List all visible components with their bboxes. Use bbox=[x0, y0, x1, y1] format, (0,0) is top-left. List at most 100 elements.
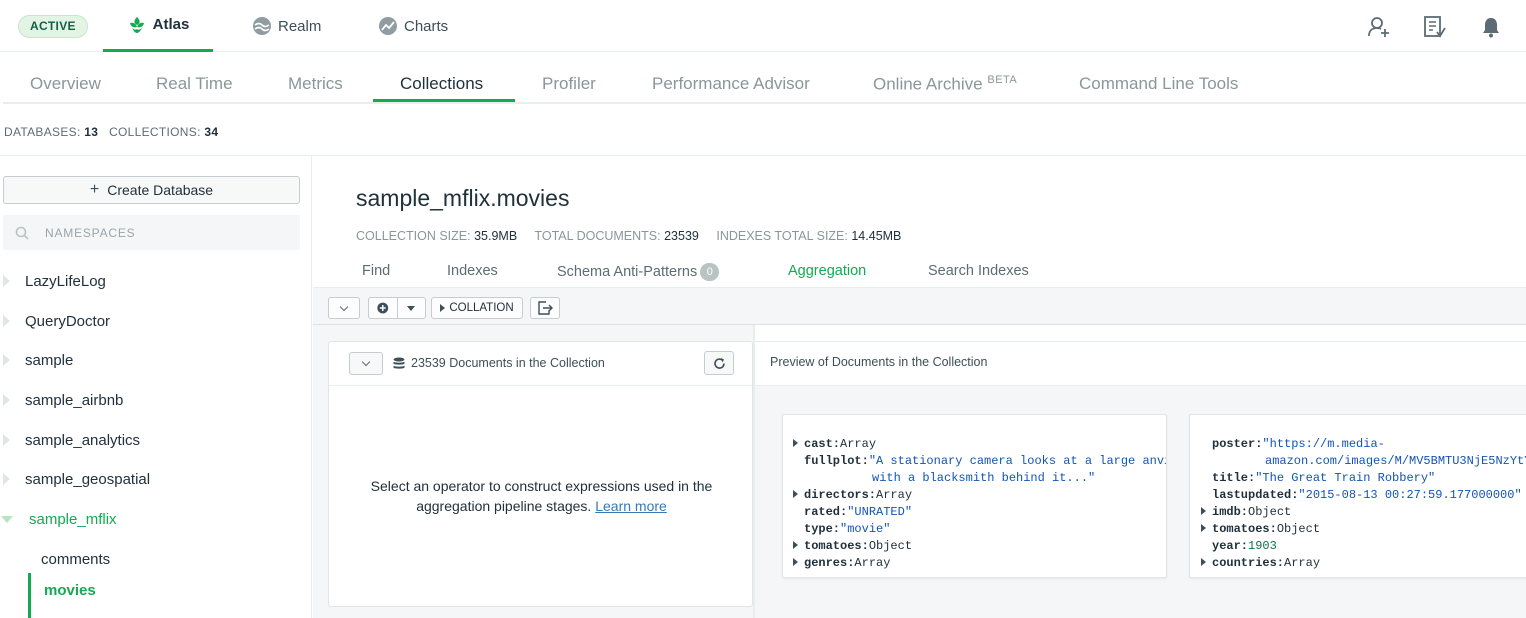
product-tab-label: Charts bbox=[404, 17, 449, 35]
document-field: lastupdated:"2015-08-13 00:27:59.1770000… bbox=[1201, 487, 1522, 504]
tab-schema-anti-patterns[interactable]: Schema Anti-Patterns 0 bbox=[557, 263, 720, 281]
expand-arrow-icon[interactable] bbox=[793, 541, 798, 549]
field-key: tomatoes: bbox=[804, 539, 869, 553]
collection-item-movies[interactable]: movies bbox=[44, 582, 96, 599]
tab-indexes[interactable]: Indexes bbox=[447, 263, 498, 279]
caret-right-icon bbox=[3, 275, 10, 287]
cluster-sub-navigation: Overview Real Time Metrics Collections P… bbox=[3, 62, 1526, 104]
expand-arrow-icon[interactable] bbox=[793, 490, 798, 498]
document-field: amazon.com/images/M/MV5BMTU3NjE5NzYtYTYy… bbox=[1265, 453, 1526, 470]
expand-arrow-icon[interactable] bbox=[793, 558, 798, 566]
field-value: "2015-08-13 00:27:59.177000000" bbox=[1298, 488, 1522, 502]
collapse-all-button[interactable] bbox=[328, 297, 360, 319]
tab-command-line-tools[interactable]: Command Line Tools bbox=[1079, 74, 1238, 94]
namespace-search-input[interactable] bbox=[45, 225, 275, 240]
expand-arrow-icon[interactable] bbox=[1201, 507, 1206, 515]
tab-performance-advisor[interactable]: Performance Advisor bbox=[652, 74, 810, 94]
atlas-leaf-icon bbox=[129, 16, 144, 33]
database-item-sample[interactable]: sample bbox=[0, 349, 73, 371]
stage-header: 23539 Documents in the Collection bbox=[329, 342, 752, 386]
database-item-querydoctor[interactable]: QueryDoctor bbox=[0, 310, 110, 332]
tab-metrics[interactable]: Metrics bbox=[288, 74, 343, 94]
realm-icon bbox=[253, 17, 271, 35]
document-field[interactable]: directors:Array bbox=[793, 487, 912, 504]
field-value: Array bbox=[854, 556, 891, 570]
field-key: directors: bbox=[804, 488, 877, 502]
database-stats: DATABASES: 13 COLLECTIONS: 34 bbox=[4, 125, 218, 139]
total-documents-label: TOTAL DOCUMENTS: bbox=[534, 229, 661, 243]
database-item-sample-airbnb[interactable]: sample_airbnb bbox=[0, 389, 123, 411]
active-collection-indicator bbox=[28, 573, 31, 618]
database-item-sample-analytics[interactable]: sample_analytics bbox=[0, 429, 140, 451]
field-key: fullplot: bbox=[804, 454, 869, 468]
tab-label: Schema Anti-Patterns bbox=[557, 263, 698, 280]
tab-online-archive[interactable]: Online Archive BETA bbox=[873, 74, 1017, 95]
field-key: poster: bbox=[1212, 437, 1263, 451]
field-value: amazon.com/images/M/MV5BMTU3NjE5NzYtYTYy… bbox=[1265, 454, 1526, 468]
product-tab-label: Realm bbox=[278, 17, 322, 35]
document-field[interactable]: cast:Array bbox=[793, 436, 876, 453]
document-field: rated:"UNRATED" bbox=[793, 504, 912, 521]
field-key: year: bbox=[1212, 539, 1249, 553]
export-icon bbox=[538, 301, 553, 315]
tab-real-time[interactable]: Real Time bbox=[156, 74, 233, 94]
add-stage-dropdown[interactable] bbox=[398, 305, 426, 311]
document-field[interactable]: imdb:Object bbox=[1201, 504, 1291, 521]
tab-aggregation[interactable]: Aggregation bbox=[788, 263, 866, 279]
product-tab-charts[interactable]: Charts bbox=[378, 0, 448, 52]
database-item-sample-geospatial[interactable]: sample_geospatial bbox=[0, 468, 150, 490]
export-pipeline-button[interactable] bbox=[530, 297, 560, 319]
collation-toggle[interactable]: COLLATION bbox=[431, 297, 523, 319]
document-field: title:"The Great Train Robbery" bbox=[1201, 470, 1435, 487]
total-documents-value: 23539 bbox=[664, 229, 699, 243]
tab-find[interactable]: Find bbox=[362, 263, 390, 279]
collections-count: 34 bbox=[204, 125, 219, 139]
add-stage-button-group bbox=[368, 297, 426, 319]
caret-down-icon bbox=[1, 515, 13, 523]
field-value: with a blacksmith behind it..." bbox=[872, 471, 1096, 485]
document-field[interactable]: tomatoes:Object bbox=[793, 538, 912, 555]
tab-collections[interactable]: Collections bbox=[400, 74, 483, 94]
field-value: "A stationary camera looks at a large an… bbox=[868, 454, 1167, 468]
activity-feed-icon[interactable] bbox=[1423, 15, 1447, 39]
refresh-button[interactable] bbox=[704, 351, 734, 375]
product-tab-realm[interactable]: Realm bbox=[252, 0, 321, 52]
chevron-down-icon bbox=[339, 302, 349, 311]
bell-icon[interactable] bbox=[1479, 15, 1503, 39]
database-item-lazylifelog[interactable]: LazyLifeLog bbox=[0, 270, 106, 292]
collection-stats: COLLECTION SIZE: 35.9MB TOTAL DOCUMENTS:… bbox=[356, 229, 915, 243]
collection-item-comments[interactable]: comments bbox=[41, 551, 110, 568]
charts-icon bbox=[379, 17, 397, 35]
collation-label: COLLATION bbox=[449, 302, 514, 314]
expand-arrow-icon[interactable] bbox=[793, 439, 798, 447]
plus-circle-icon[interactable] bbox=[369, 297, 397, 319]
stage-collapse-button[interactable] bbox=[349, 352, 383, 375]
document-field[interactable]: countries:Array bbox=[1201, 555, 1320, 572]
caret-right-icon bbox=[3, 394, 10, 406]
database-name: sample_geospatial bbox=[25, 470, 151, 488]
document-field[interactable]: tomatoes:Object bbox=[1201, 521, 1320, 538]
field-value: 1903 bbox=[1248, 539, 1277, 553]
learn-more-link[interactable]: Learn more bbox=[595, 498, 667, 514]
cluster-status-badge: ACTIVE bbox=[18, 15, 88, 38]
tab-profiler[interactable]: Profiler bbox=[542, 74, 596, 94]
tab-search-indexes[interactable]: Search Indexes bbox=[928, 263, 1029, 279]
stage-help-message: Select an operator to construct expressi… bbox=[359, 476, 724, 516]
document-field[interactable]: genres:Array bbox=[793, 555, 890, 572]
document-preview-card: cast:Array fullplot:"A stationary camera … bbox=[782, 414, 1167, 578]
document-field: with a blacksmith behind it..." bbox=[872, 470, 1095, 487]
expand-arrow-icon[interactable] bbox=[1201, 558, 1206, 566]
document-field: fullplot:"A stationary camera looks at a… bbox=[793, 453, 1167, 470]
databases-label: DATABASES: bbox=[4, 125, 81, 139]
create-database-button[interactable]: + Create Database bbox=[3, 176, 300, 204]
active-tab-indicator bbox=[373, 99, 515, 102]
search-icon bbox=[15, 226, 29, 240]
database-name: sample_analytics bbox=[25, 431, 141, 449]
anti-patterns-count-badge: 0 bbox=[700, 263, 720, 281]
database-item-sample-mflix[interactable]: sample_mflix bbox=[0, 508, 117, 530]
document-field: poster:"https://m.media- bbox=[1201, 436, 1385, 453]
expand-arrow-icon[interactable] bbox=[1201, 524, 1206, 532]
tab-overview[interactable]: Overview bbox=[30, 74, 101, 94]
product-tab-atlas[interactable]: Atlas bbox=[103, 0, 213, 52]
add-user-icon[interactable] bbox=[1367, 15, 1391, 39]
